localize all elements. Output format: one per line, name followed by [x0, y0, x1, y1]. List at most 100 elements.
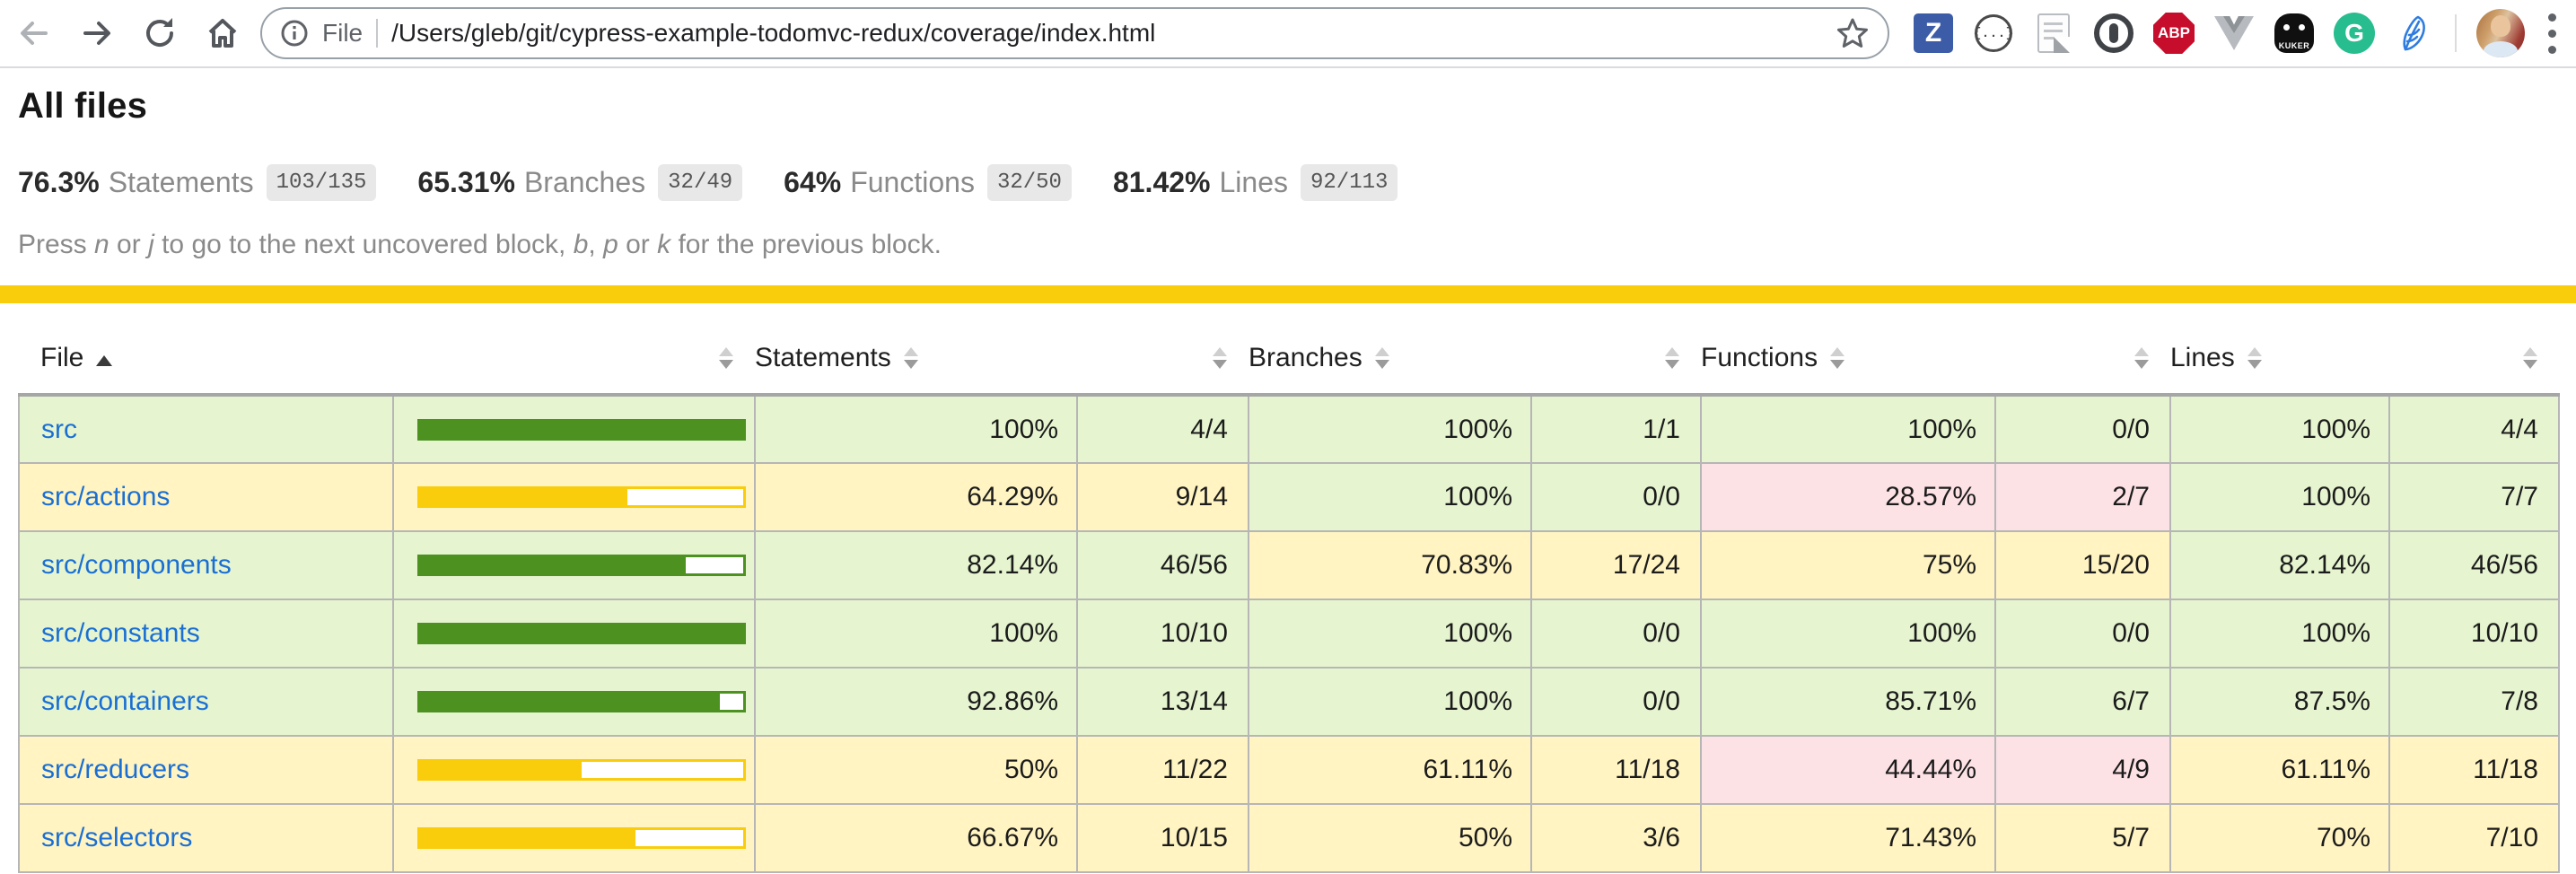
sorter-icon[interactable]: [904, 346, 920, 370]
sorter-icon[interactable]: [1375, 346, 1391, 370]
file-link[interactable]: src/reducers: [41, 755, 189, 784]
table-header-row: File Statements Branches Functions Lines: [19, 318, 2559, 395]
file-link[interactable]: src/selectors: [41, 823, 192, 852]
lines-fraction-cell: 11/18: [2389, 736, 2559, 804]
file-link[interactable]: src/components: [41, 550, 232, 580]
browser-menu-button[interactable]: [2539, 13, 2576, 54]
sorter-icon[interactable]: [719, 346, 735, 370]
coverage-bar: [417, 486, 746, 508]
file-link[interactable]: src/actions: [41, 482, 170, 511]
profile-avatar[interactable]: [2476, 9, 2525, 57]
lines-pct-cell: 82.14%: [2170, 531, 2389, 599]
extensions-bar: Z {...} ABP KUKER G: [1889, 13, 2449, 54]
functions-pct-cell: 85.71%: [1701, 668, 1995, 736]
coverage-bar: [417, 419, 746, 441]
column-header-file[interactable]: File: [19, 318, 393, 395]
reload-button[interactable]: [140, 13, 180, 53]
column-header-lines-raw[interactable]: [2389, 318, 2559, 395]
sorter-icon[interactable]: [2523, 346, 2539, 370]
coverage-bar: [417, 827, 746, 849]
vimium-v-extension-icon[interactable]: [2213, 13, 2255, 54]
column-header-functions[interactable]: Functions: [1701, 318, 1995, 395]
statements-fraction-cell: 9/14: [1077, 463, 1249, 531]
branches-fraction-cell: 0/0: [1531, 668, 1701, 736]
file-cell: src/actions: [19, 463, 393, 531]
table-row: src/selectors66.67%10/1550%3/671.43%5/77…: [19, 804, 2559, 872]
json-glyph: {...}: [1974, 26, 2014, 41]
lines-fraction-cell: 4/4: [2389, 395, 2559, 463]
kuker-extension-icon[interactable]: KUKER: [2274, 13, 2315, 54]
info-icon: [280, 19, 309, 48]
branches-fraction-badge: 32/49: [658, 164, 742, 201]
zotero-glyph: Z: [1925, 18, 1941, 48]
branches-pct-cell: 100%: [1249, 395, 1531, 463]
sorter-icon[interactable]: [1665, 346, 1681, 370]
back-button[interactable]: [14, 13, 54, 53]
statements-pct-cell: 92.86%: [755, 668, 1077, 736]
statements-fraction-cell: 11/22: [1077, 736, 1249, 804]
branches-pct-cell: 100%: [1249, 599, 1531, 668]
chart-cell: [393, 736, 755, 804]
coverage-bar: [417, 555, 746, 576]
url-text[interactable]: /Users/gleb/git/cypress-example-todomvc-…: [391, 19, 1822, 48]
functions-fraction-cell: 4/9: [1995, 736, 2170, 804]
bookmark-star-icon[interactable]: [1836, 16, 1870, 50]
chart-cell: [393, 395, 755, 463]
branches-fraction-cell: 0/0: [1531, 599, 1701, 668]
branches-pct-cell: 100%: [1249, 668, 1531, 736]
chart-cell: [393, 463, 755, 531]
branches-fraction-cell: 1/1: [1531, 395, 1701, 463]
file-link[interactable]: src/containers: [41, 686, 209, 716]
coverage-bar-fill: [420, 694, 720, 710]
file-link[interactable]: src/constants: [41, 618, 200, 648]
notes-page-extension-icon[interactable]: [2033, 13, 2074, 54]
functions-pct-cell: 75%: [1701, 531, 1995, 599]
grammarly-glyph: G: [2344, 19, 2364, 48]
functions-label: Functions: [850, 166, 975, 199]
sorter-icon[interactable]: [2134, 346, 2151, 370]
sorter-icon[interactable]: [2247, 346, 2264, 370]
onepassword-extension-icon[interactable]: [2093, 13, 2134, 54]
lines-fraction-cell: 7/7: [2389, 463, 2559, 531]
home-button[interactable]: [203, 13, 242, 53]
coverage-bar-fill: [420, 489, 627, 505]
sorter-icon[interactable]: [1213, 346, 1229, 370]
forward-button[interactable]: [77, 13, 117, 53]
zotero-extension-icon[interactable]: Z: [1913, 13, 1954, 54]
column-header-functions-raw[interactable]: [1995, 318, 2170, 395]
coverage-report: All files 76.3% Statements 103/135 65.31…: [0, 86, 2576, 873]
branches-metric: 65.31% Branches 32/49: [417, 164, 742, 201]
coverage-bar-fill: [420, 557, 686, 573]
statements-fraction-cell: 13/14: [1077, 668, 1249, 736]
coverage-bar: [417, 759, 746, 781]
lines-pct-cell: 87.5%: [2170, 668, 2389, 736]
file-cell: src/reducers: [19, 736, 393, 804]
branches-fraction-cell: 11/18: [1531, 736, 1701, 804]
url-bar[interactable]: File /Users/gleb/git/cypress-example-tod…: [260, 7, 1889, 59]
url-separator: [376, 19, 378, 48]
coverage-bar: [417, 691, 746, 712]
file-link[interactable]: src: [41, 415, 77, 444]
lines-pct-cell: 100%: [2170, 395, 2389, 463]
column-header-branches[interactable]: Branches: [1249, 318, 1531, 395]
grammarly-extension-icon[interactable]: G: [2334, 13, 2375, 54]
branches-pct-cell: 61.11%: [1249, 736, 1531, 804]
column-header-lines[interactable]: Lines: [2170, 318, 2389, 395]
lines-pct-cell: 70%: [2170, 804, 2389, 872]
json-viewer-extension-icon[interactable]: {...}: [1973, 13, 2014, 54]
chart-cell: [393, 531, 755, 599]
column-header-statements-raw[interactable]: [1077, 318, 1249, 395]
blue-feather-extension-icon[interactable]: [2394, 13, 2435, 54]
branches-pct-cell: 50%: [1249, 804, 1531, 872]
statements-pct-cell: 50%: [755, 736, 1077, 804]
functions-fraction-cell: 0/0: [1995, 395, 2170, 463]
adblock-plus-extension-icon[interactable]: ABP: [2153, 13, 2195, 54]
file-cell: src/selectors: [19, 804, 393, 872]
column-header-branches-raw[interactable]: [1531, 318, 1701, 395]
branches-pct-cell: 100%: [1249, 463, 1531, 531]
file-cell: src/constants: [19, 599, 393, 668]
statements-fraction-cell: 46/56: [1077, 531, 1249, 599]
sorter-icon[interactable]: [1830, 346, 1846, 370]
column-header-chart[interactable]: [393, 318, 755, 395]
column-header-statements[interactable]: Statements: [755, 318, 1077, 395]
